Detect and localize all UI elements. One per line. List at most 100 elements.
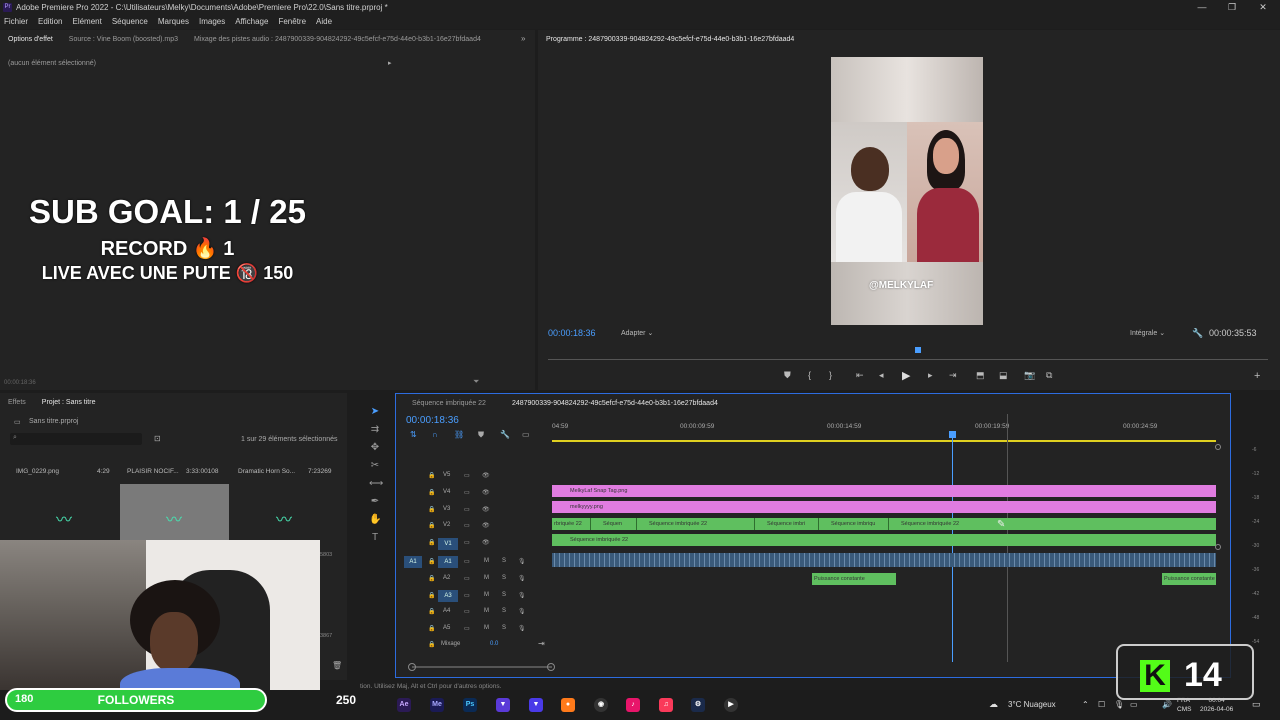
obs-icon[interactable]: ◉: [594, 698, 608, 712]
microphone-icon[interactable]: 🎙: [518, 608, 526, 615]
music-icon[interactable]: ♫: [659, 698, 673, 712]
sync-icon[interactable]: ▭: [464, 489, 470, 496]
network-icon[interactable]: ▭: [1130, 700, 1138, 709]
mix-value[interactable]: 0.0: [490, 641, 498, 647]
mute-button[interactable]: M: [484, 625, 489, 631]
trash-icon[interactable]: 🗑: [332, 661, 342, 670]
sync-icon[interactable]: ▭: [464, 592, 470, 599]
media-player-icon[interactable]: ▶: [724, 698, 738, 712]
eye-icon[interactable]: 👁: [482, 539, 490, 546]
menu-graphics[interactable]: Images: [199, 15, 225, 29]
lock-icon[interactable]: 🔒: [428, 575, 435, 582]
new-bin-icon[interactable]: ⊡: [154, 434, 161, 443]
transition-a2-1[interactable]: Puissance constante: [812, 573, 896, 585]
lift-icon[interactable]: ⬒: [976, 370, 985, 381]
lock-icon[interactable]: 🔒: [428, 506, 435, 513]
selection-tool-icon[interactable]: ➤: [369, 406, 381, 418]
audio-wave-icon[interactable]: 〰: [268, 506, 300, 529]
microphone-icon[interactable]: 🎙: [518, 558, 526, 565]
menu-file[interactable]: Fichier: [4, 15, 28, 29]
razor-tool-icon[interactable]: ✂: [369, 460, 381, 472]
clip-nested-d[interactable]: Séquence imbri: [754, 518, 818, 530]
mute-button[interactable]: M: [484, 558, 489, 564]
add-marker-icon[interactable]: ⛊: [478, 430, 484, 440]
sync-icon[interactable]: ▭: [464, 575, 470, 582]
pen-tool-icon[interactable]: ✒: [369, 496, 381, 508]
maximize-button[interactable]: ❐: [1217, 0, 1247, 15]
vertical-zoom-handle[interactable]: [1215, 444, 1221, 450]
clip-nested-c[interactable]: Séquence imbriquée 22: [636, 518, 754, 530]
tab-project[interactable]: Projet : Sans titre: [42, 399, 96, 406]
project-item-name-3[interactable]: 3:33:00108: [186, 468, 219, 475]
sync-icon[interactable]: ▭: [464, 472, 470, 479]
hand-tool-icon[interactable]: ✋: [369, 514, 381, 526]
clip-nested-a[interactable]: rbriquée 22: [552, 518, 590, 530]
photoshop-icon[interactable]: Ps: [463, 698, 477, 712]
eye-icon[interactable]: 👁: [482, 506, 490, 513]
tab-audio-mixer[interactable]: Mixage des pistes audio : 2487900339-904…: [194, 36, 481, 43]
tab-effects[interactable]: Effets: [8, 399, 26, 406]
audio-wave-icon[interactable]: 〰: [158, 506, 190, 529]
vpn-icon[interactable]: ▼: [529, 698, 543, 712]
lock-icon[interactable]: 🔒: [428, 592, 435, 599]
add-marker-icon[interactable]: ⛊: [784, 370, 791, 381]
transition-a2-2[interactable]: Puissance constante: [1162, 573, 1216, 585]
menu-markers[interactable]: Marques: [158, 15, 189, 29]
lock-icon[interactable]: 🔒: [428, 522, 435, 529]
go-to-out-icon[interactable]: ⇥: [949, 370, 957, 381]
tab-main-sequence[interactable]: 2487900339-904824292-49c5efcf-e75d-44e0-…: [512, 400, 718, 407]
after-effects-icon[interactable]: Ae: [397, 698, 411, 712]
play-button-icon[interactable]: ▶: [902, 369, 910, 382]
scroll-handle-left[interactable]: [408, 663, 416, 671]
close-button[interactable]: ✕: [1248, 0, 1278, 15]
slip-tool-icon[interactable]: ⟷: [369, 478, 383, 490]
tab-effect-options[interactable]: Options d'effet: [8, 36, 53, 43]
clip-snap-tag[interactable]: MelkyLaf Snap Tag.png: [552, 485, 1216, 497]
tab-nested-sequence[interactable]: Séquence imbriquée 22: [412, 400, 486, 407]
step-forward-icon[interactable]: ▸: [928, 370, 933, 381]
project-search-input[interactable]: ⌕: [10, 433, 142, 445]
sync-icon[interactable]: ▭: [464, 608, 470, 615]
lock-icon[interactable]: 🔒: [428, 558, 435, 565]
minimize-button[interactable]: —: [1187, 0, 1217, 15]
shield-app-icon[interactable]: ▼: [496, 698, 510, 712]
fit-dropdown[interactable]: Adapter ⌄: [621, 329, 653, 337]
track-select-tool-icon[interactable]: ⇉: [369, 424, 381, 436]
microphone-icon[interactable]: 🎙: [518, 625, 526, 632]
filter-icon[interactable]: ⏷: [473, 377, 479, 387]
project-item-name-1[interactable]: IMG_0229.png: [16, 468, 59, 475]
lock-icon[interactable]: 🔒: [428, 625, 435, 632]
tab-program[interactable]: Programme : 2487900339-904824292-49c5efc…: [546, 36, 794, 43]
solo-button[interactable]: S: [502, 625, 506, 631]
sync-icon[interactable]: ▭: [464, 558, 470, 565]
microphone-icon[interactable]: 🎙: [518, 575, 526, 582]
volume-icon[interactable]: 🔊: [1162, 700, 1172, 709]
clip-nested-f[interactable]: Séquence imbriquée 22: [888, 518, 1216, 530]
mute-button[interactable]: M: [484, 608, 489, 614]
ripple-edit-tool-icon[interactable]: ✥: [369, 442, 381, 454]
mute-button[interactable]: M: [484, 592, 489, 598]
program-timecode[interactable]: 00:00:18:36: [548, 328, 596, 338]
quality-dropdown[interactable]: Intégrale ⌄: [1130, 329, 1165, 337]
solo-button[interactable]: S: [502, 575, 506, 581]
work-area-bar[interactable]: [552, 440, 1216, 442]
track-a3-label[interactable]: A3: [438, 590, 458, 602]
mic-tray-icon[interactable]: 🎙: [1114, 700, 1124, 709]
type-tool-icon[interactable]: T: [369, 532, 381, 544]
sync-icon[interactable]: ▭: [464, 506, 470, 513]
menu-sequence[interactable]: Séquence: [112, 15, 148, 29]
firefox-icon[interactable]: ●: [561, 698, 575, 712]
sync-icon[interactable]: ▭: [464, 625, 470, 632]
weather-text[interactable]: 3°C Nuageux: [1008, 700, 1056, 709]
source-a1-toggle[interactable]: A1: [404, 556, 422, 568]
linked-selection-icon[interactable]: ⛓: [454, 430, 464, 439]
captions-icon[interactable]: ▭: [522, 430, 530, 439]
lock-icon[interactable]: 🔒: [428, 472, 435, 479]
track-v1-label[interactable]: V1: [438, 538, 458, 550]
clip-nested-b[interactable]: Séquen: [590, 518, 636, 530]
timeline-playhead-handle[interactable]: [949, 431, 956, 438]
lock-icon[interactable]: 🔒: [428, 641, 435, 648]
timeline-timecode[interactable]: 00:00:18:36: [406, 415, 459, 426]
lock-icon[interactable]: 🔒: [428, 539, 435, 546]
steam-icon[interactable]: ⚙: [691, 698, 705, 712]
